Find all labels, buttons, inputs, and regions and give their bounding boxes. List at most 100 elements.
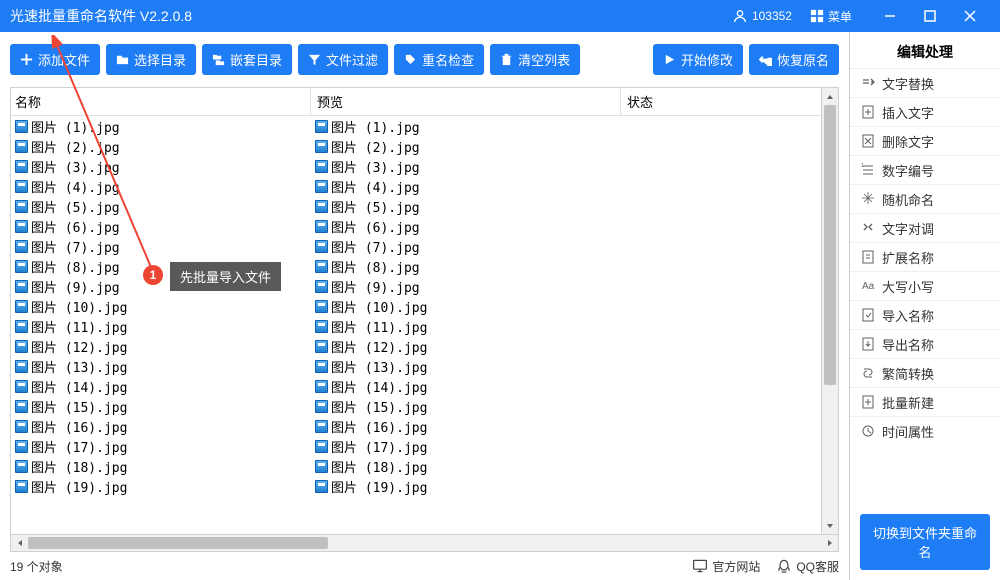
image-file-icon [315, 360, 328, 373]
cell-preview: 图片 (11).jpg [311, 316, 621, 337]
image-file-icon [15, 400, 28, 413]
table-row[interactable]: 图片 (1).jpg图片 (1).jpg [11, 116, 838, 136]
edit-action-item[interactable]: 扩展名称 [850, 242, 1000, 271]
action-label: 删除文字 [882, 132, 934, 151]
action-icon [860, 104, 876, 120]
image-file-icon [15, 260, 28, 273]
table-row[interactable]: 图片 (2).jpg图片 (2).jpg [11, 136, 838, 156]
start-modify-button[interactable]: 开始修改 [653, 44, 743, 75]
scroll-left-icon[interactable] [11, 535, 28, 551]
image-file-icon [315, 400, 328, 413]
scroll-right-icon[interactable] [821, 535, 838, 551]
edit-action-item[interactable]: Aa大写小写 [850, 271, 1000, 300]
cell-preview: 图片 (14).jpg [311, 376, 621, 397]
edit-action-item[interactable]: 导入名称 [850, 300, 1000, 329]
file-filter-button[interactable]: 文件过滤 [298, 44, 388, 75]
table-row[interactable]: 图片 (5).jpg图片 (5).jpg [11, 196, 838, 216]
qq-service-link[interactable]: QQ客服 [776, 558, 839, 575]
clear-list-button[interactable]: 清空列表 [490, 44, 580, 75]
switch-mode-button[interactable]: 切换到文件夹重命名 [860, 514, 990, 570]
user-icon [732, 8, 748, 24]
nested-dir-button[interactable]: 嵌套目录 [202, 44, 292, 75]
cell-preview: 图片 (10).jpg [311, 296, 621, 317]
file-table: 名称 预览 状态 图片 (1).jpg图片 (1).jpg图片 (2).jpg图… [10, 87, 839, 552]
image-file-icon [15, 200, 28, 213]
edit-action-item[interactable]: 插入文字 [850, 97, 1000, 126]
table-row[interactable]: 图片 (3).jpg图片 (3).jpg [11, 156, 838, 176]
image-file-icon [315, 380, 328, 393]
table-row[interactable]: 图片 (18).jpg图片 (18).jpg [11, 456, 838, 476]
edit-action-item[interactable]: 文字替换 [850, 68, 1000, 97]
table-row[interactable]: 图片 (7).jpg图片 (7).jpg [11, 236, 838, 256]
cell-preview: 图片 (15).jpg [311, 396, 621, 417]
image-file-icon [315, 340, 328, 353]
table-body[interactable]: 图片 (1).jpg图片 (1).jpg图片 (2).jpg图片 (2).jpg… [11, 116, 838, 551]
edit-action-item[interactable]: 导出名称 [850, 329, 1000, 358]
horizontal-scrollbar[interactable] [11, 534, 838, 551]
image-file-icon [315, 320, 328, 333]
cell-name: 图片 (11).jpg [11, 316, 311, 337]
table-row[interactable]: 图片 (12).jpg图片 (12).jpg [11, 336, 838, 356]
table-row[interactable]: 图片 (14).jpg图片 (14).jpg [11, 376, 838, 396]
cell-name: 图片 (14).jpg [11, 376, 311, 397]
cell-name: 图片 (10).jpg [11, 296, 311, 317]
action-icon [860, 336, 876, 352]
menu-button[interactable]: 菜单 [810, 8, 852, 25]
scroll-thumb-h[interactable] [28, 537, 328, 549]
edit-action-item[interactable]: 批量新建 [850, 387, 1000, 416]
cell-name: 图片 (8).jpg [11, 256, 311, 277]
restore-name-button[interactable]: 恢复原名 [749, 44, 839, 75]
add-file-button[interactable]: 添加文件 [10, 44, 100, 75]
cell-preview: 图片 (1).jpg [311, 116, 621, 137]
rename-check-button[interactable]: 重名检查 [394, 44, 484, 75]
table-row[interactable]: 图片 (10).jpg图片 (10).jpg [11, 296, 838, 316]
official-site-link[interactable]: 官方网站 [692, 558, 760, 575]
col-status-header[interactable]: 状态 [621, 88, 838, 115]
select-dir-button[interactable]: 选择目录 [106, 44, 196, 75]
close-button[interactable] [950, 0, 990, 32]
edit-action-item[interactable]: 时间属性 [850, 416, 1000, 445]
col-preview-header[interactable]: 预览 [311, 88, 621, 115]
image-file-icon [315, 160, 328, 173]
image-file-icon [315, 140, 328, 153]
table-row[interactable]: 图片 (13).jpg图片 (13).jpg [11, 356, 838, 376]
image-file-icon [15, 480, 28, 493]
cell-name: 图片 (16).jpg [11, 416, 311, 437]
cell-preview: 图片 (13).jpg [311, 356, 621, 377]
col-name-header[interactable]: 名称 [11, 88, 311, 115]
edit-action-item[interactable]: 繁简转换 [850, 358, 1000, 387]
image-file-icon [15, 320, 28, 333]
nested-folder-icon [212, 53, 225, 66]
vertical-scrollbar[interactable] [821, 88, 838, 534]
table-row[interactable]: 图片 (16).jpg图片 (16).jpg [11, 416, 838, 436]
table-row[interactable]: 图片 (6).jpg图片 (6).jpg [11, 216, 838, 236]
scroll-up-icon[interactable] [822, 88, 838, 105]
table-row[interactable]: 图片 (11).jpg图片 (11).jpg [11, 316, 838, 336]
image-file-icon [315, 300, 328, 313]
action-icon [860, 394, 876, 410]
table-row[interactable]: 图片 (8).jpg图片 (8).jpg [11, 256, 838, 276]
cell-name: 图片 (1).jpg [11, 116, 311, 137]
cell-name: 图片 (4).jpg [11, 176, 311, 197]
cell-preview: 图片 (5).jpg [311, 196, 621, 217]
scroll-down-icon[interactable] [822, 517, 838, 534]
image-file-icon [15, 460, 28, 473]
edit-action-item[interactable]: 删除文字 [850, 126, 1000, 155]
table-row[interactable]: 图片 (19).jpg图片 (19).jpg [11, 476, 838, 496]
action-label: 随机命名 [882, 190, 934, 209]
cell-preview: 图片 (18).jpg [311, 456, 621, 477]
minimize-button[interactable] [870, 0, 910, 32]
image-file-icon [15, 340, 28, 353]
table-row[interactable]: 图片 (15).jpg图片 (15).jpg [11, 396, 838, 416]
statusbar: 19 个对象 官方网站 QQ客服 [0, 552, 849, 580]
user-info[interactable]: 103352 [732, 8, 792, 24]
table-row[interactable]: 图片 (9).jpg图片 (9).jpg [11, 276, 838, 296]
table-row[interactable]: 图片 (4).jpg图片 (4).jpg [11, 176, 838, 196]
edit-action-item[interactable]: 随机命名 [850, 184, 1000, 213]
edit-action-item[interactable]: 1数字编号 [850, 155, 1000, 184]
table-row[interactable]: 图片 (17).jpg图片 (17).jpg [11, 436, 838, 456]
maximize-button[interactable] [910, 0, 950, 32]
cell-preview: 图片 (6).jpg [311, 216, 621, 237]
scroll-thumb-v[interactable] [824, 105, 836, 385]
edit-action-item[interactable]: 文字对调 [850, 213, 1000, 242]
